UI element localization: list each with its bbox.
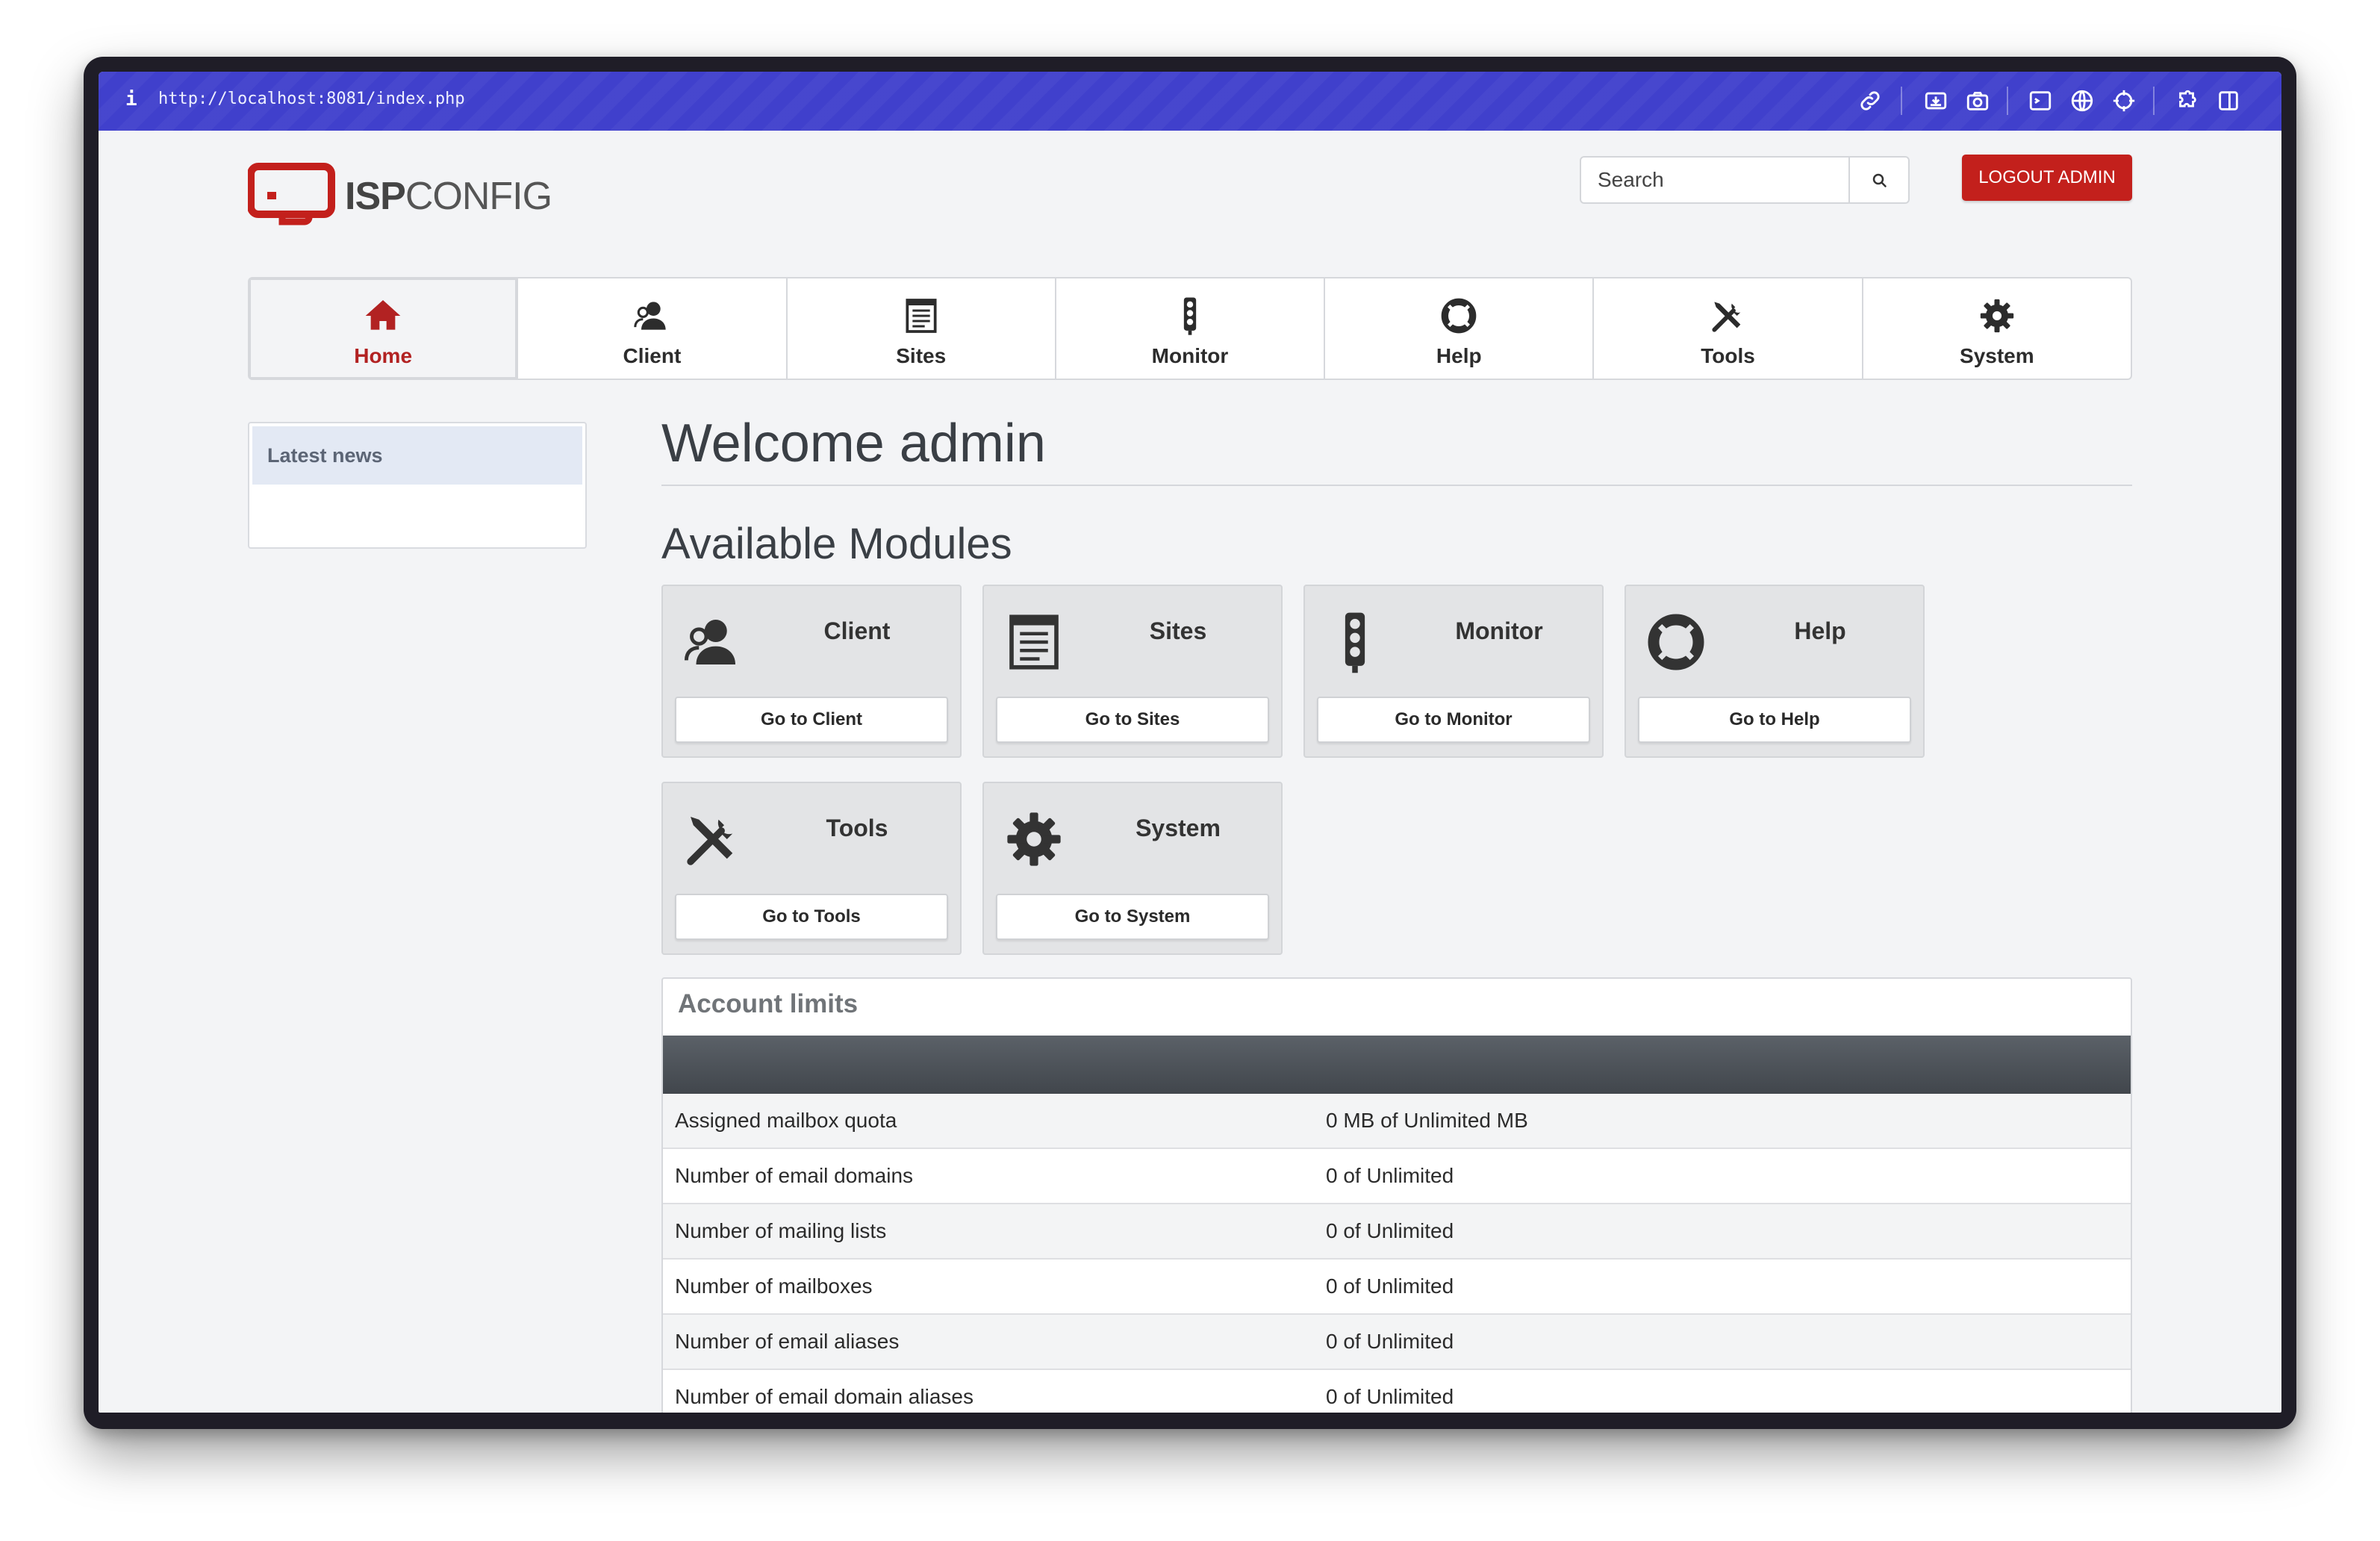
main-nav: Home Client Sites Monitor Help Tools Sys… [248, 277, 2132, 380]
table-header-bar [663, 1036, 2131, 1094]
nav-item-client[interactable]: Client [518, 278, 788, 379]
home-icon [365, 300, 401, 330]
logo-light-text: CONFIG [405, 175, 552, 218]
go-to-help-button[interactable]: Go to Help [1638, 697, 1911, 743]
latest-news-panel: Latest news [248, 422, 587, 549]
limit-label: Number of email domain aliases [675, 1385, 974, 1408]
help-icon [1648, 614, 1704, 670]
client-icon [684, 620, 735, 664]
system-icon [1980, 299, 2013, 333]
nav-item-label: Home [354, 344, 413, 367]
module-card-client: Client Go to Client [661, 585, 962, 758]
module-title: Help [1794, 617, 1846, 644]
limit-value: 0 of Unlimited [1326, 1330, 1454, 1353]
limit-value: 0 of Unlimited [1326, 1385, 1454, 1408]
table-row: Number of email domain aliases 0 of Unli… [663, 1370, 2131, 1413]
go-to-client-button[interactable]: Go to Client [675, 697, 948, 743]
modules-heading: Available Modules [661, 520, 1012, 568]
device-frame: i http://localhost:8081/index.php ISPCON… [84, 57, 2296, 1429]
tools-icon [1711, 302, 1740, 332]
limit-label: Number of mailboxes [675, 1274, 873, 1298]
module-title: System [1136, 815, 1221, 841]
download-icon[interactable] [1923, 88, 1948, 113]
limit-value: 0 MB of Unlimited MB [1326, 1109, 1528, 1132]
browser-viewport: i http://localhost:8081/index.php ISPCON… [99, 72, 2281, 1413]
link-icon[interactable] [1857, 88, 1883, 113]
page-content: ISPCONFIG LOGOUT ADMIN Home Client [99, 131, 2281, 1413]
limit-label: Number of email domains [675, 1164, 914, 1187]
nav-item-home[interactable]: Home [249, 278, 519, 379]
search-button[interactable] [1848, 158, 1910, 202]
monitor-icon [1183, 297, 1197, 335]
search-input[interactable] [1581, 158, 1848, 202]
module-card-system: System Go to System [982, 782, 1283, 955]
page-info-icon[interactable]: i [125, 88, 137, 110]
toolbar-separator [2007, 87, 2008, 115]
limit-label: Number of mailing lists [675, 1219, 887, 1242]
monitor-icon [1345, 612, 1365, 673]
search-box [1580, 156, 1910, 204]
logout-button[interactable]: LOGOUT ADMIN [1962, 155, 2132, 201]
browser-toolbar: i http://localhost:8081/index.php [99, 72, 2281, 131]
nav-item-label: System [1960, 344, 2034, 367]
logo-bold-text: ISP [345, 175, 406, 218]
module-title: Sites [1149, 617, 1207, 644]
account-limits-title: Account limits [678, 989, 859, 1018]
nav-item-label: Client [623, 344, 682, 367]
nav-item-monitor[interactable]: Monitor [1056, 278, 1326, 379]
module-title: Tools [826, 815, 888, 841]
module-card-monitor: Monitor Go to Monitor [1303, 585, 1604, 758]
limit-value: 0 of Unlimited [1326, 1164, 1454, 1187]
client-icon [634, 302, 667, 330]
ispconfig-logo[interactable]: ISPCONFIG [248, 162, 554, 229]
nav-item-help[interactable]: Help [1325, 278, 1595, 379]
limit-label: Number of email aliases [675, 1330, 900, 1353]
help-icon [1441, 298, 1477, 334]
sites-icon [906, 299, 937, 333]
module-card-help: Help Go to Help [1624, 585, 1925, 758]
go-to-sites-button[interactable]: Go to Sites [996, 697, 1269, 743]
module-card-tools: Tools Go to Tools [661, 782, 962, 955]
crosshair-icon[interactable] [2111, 88, 2137, 113]
toolbar-separator [2153, 87, 2155, 115]
search-icon [1872, 173, 1887, 187]
limit-label: Assigned mailbox quota [675, 1109, 897, 1132]
limit-value: 0 of Unlimited [1326, 1219, 1454, 1242]
camera-icon[interactable] [1965, 88, 1990, 113]
nav-item-tools[interactable]: Tools [1594, 278, 1863, 379]
logo-wordmark: ISPCONFIG [345, 174, 552, 219]
logo-monitor-icon [248, 163, 335, 225]
limit-value: 0 of Unlimited [1326, 1274, 1454, 1298]
go-to-monitor-button[interactable]: Go to Monitor [1317, 697, 1590, 743]
nav-item-label: Sites [896, 344, 947, 367]
table-row: Number of email aliases 0 of Unlimited [663, 1315, 2131, 1370]
table-row: Assigned mailbox quota 0 MB of Unlimited… [663, 1094, 2131, 1149]
nav-item-label: Monitor [1151, 344, 1229, 367]
toolbar-separator [1901, 87, 1902, 115]
go-to-tools-button[interactable]: Go to Tools [675, 894, 948, 940]
nav-item-sites[interactable]: Sites [788, 278, 1056, 379]
nav-item-label: Tools [1701, 344, 1755, 367]
globe-icon[interactable] [2069, 88, 2095, 113]
system-icon [1007, 812, 1061, 866]
tools-icon [687, 817, 733, 865]
table-row: Number of email domains 0 of Unlimited [663, 1149, 2131, 1204]
table-row: Number of mailing lists 0 of Unlimited [663, 1204, 2131, 1260]
module-card-sites: Sites Go to Sites [982, 585, 1283, 758]
terminal-icon[interactable] [2028, 88, 2053, 113]
extension-icon[interactable] [2174, 88, 2199, 113]
latest-news-title: Latest news [252, 426, 582, 485]
table-row: Number of mailboxes 0 of Unlimited [663, 1260, 2131, 1315]
nav-item-system[interactable]: System [1863, 278, 2131, 379]
account-limits-panel: Account limits Assigned mailbox quota 0 … [661, 977, 2132, 1413]
module-title: Client [823, 617, 891, 644]
title-divider [661, 485, 2132, 486]
split-view-icon[interactable] [2216, 88, 2241, 113]
sites-icon [1009, 614, 1059, 670]
address-bar-url[interactable]: http://localhost:8081/index.php [158, 90, 465, 108]
module-title: Monitor [1455, 617, 1543, 644]
go-to-system-button[interactable]: Go to System [996, 894, 1269, 940]
nav-item-label: Help [1436, 344, 1482, 367]
page-title: Welcome admin [661, 414, 1046, 473]
